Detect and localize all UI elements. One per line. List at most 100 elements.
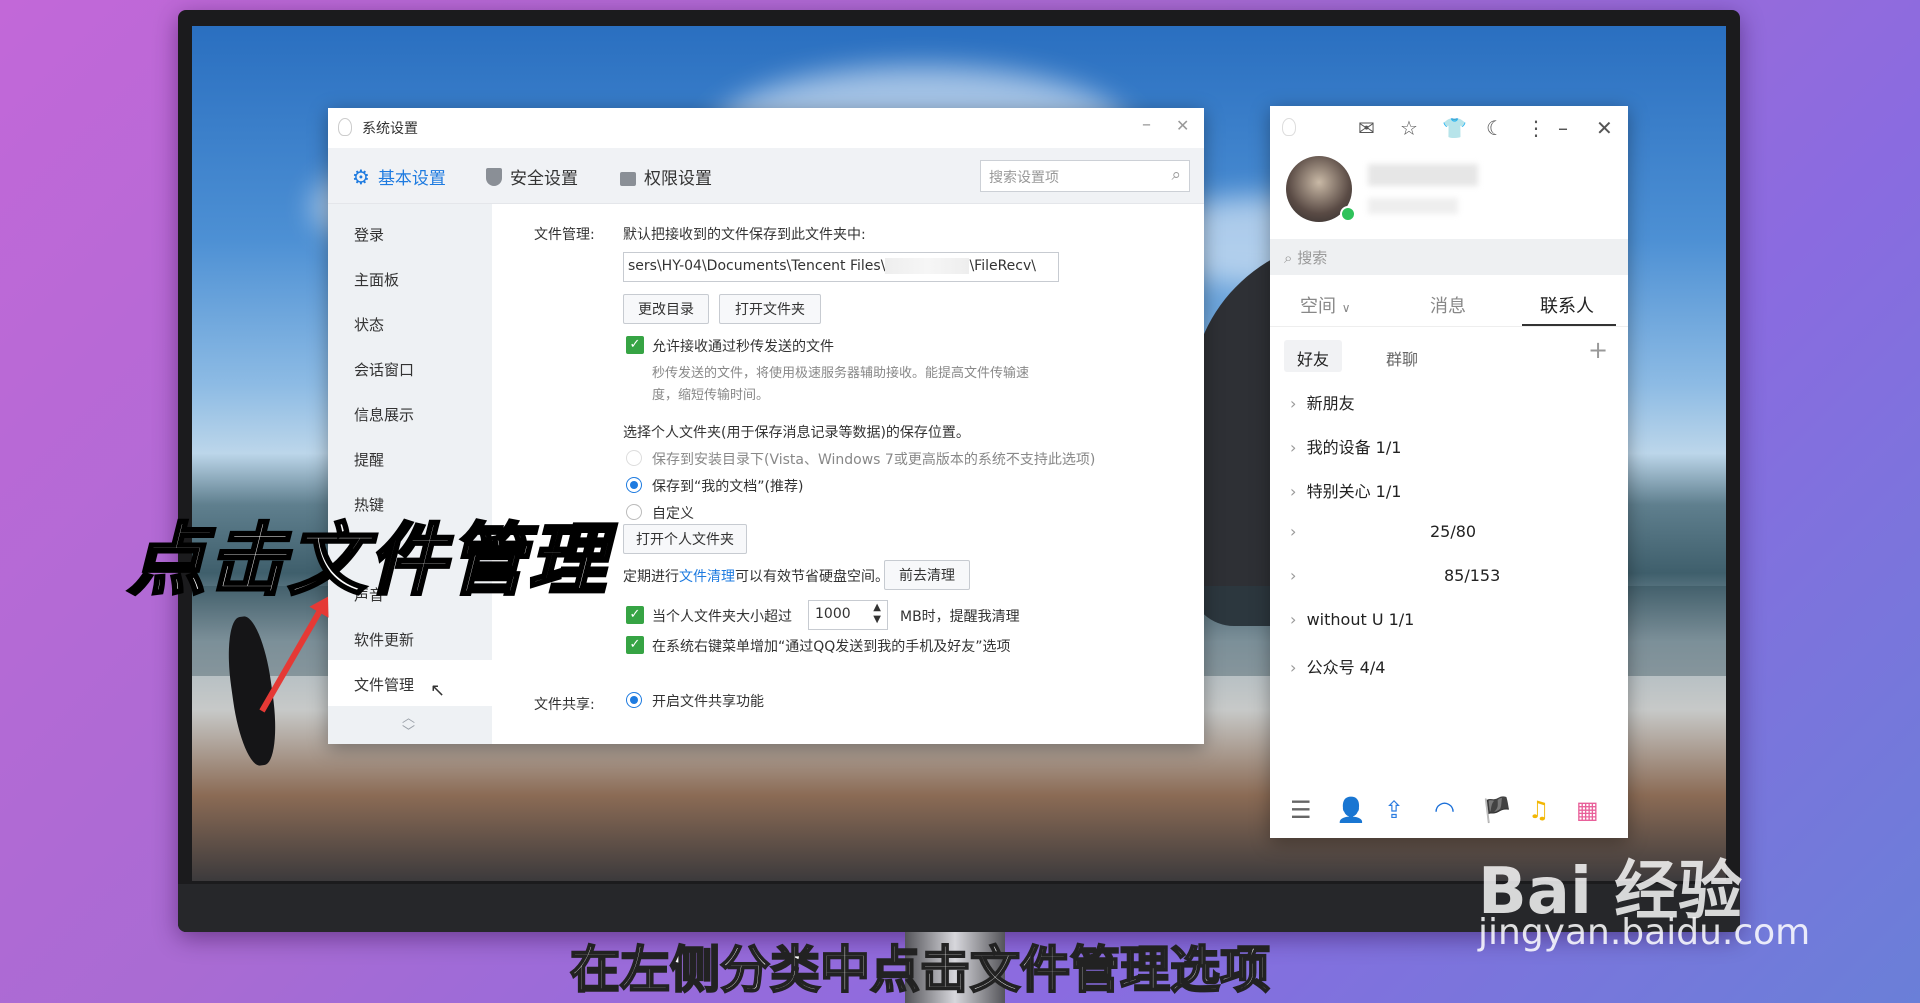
save-path-field[interactable]: sers\HY-04\Documents\Tencent Files\ \File… [623,252,1059,282]
subtab-label: 好友 [1296,350,1329,369]
sidebar-item-login[interactable]: 登录 [354,224,384,245]
star-icon[interactable]: ☆ [1400,116,1418,140]
qq-logo-icon [338,118,352,136]
size-limit-stepper[interactable]: 1000 ▲ ▼ [808,600,888,630]
size-limit-value: 1000 [815,606,851,622]
quick-send-desc-2: 度，缩短传输时间。 [652,388,770,403]
list-item[interactable]: › 特别关心 1/1 [1290,478,1401,502]
mouse-cursor-icon: ↖ [430,680,446,701]
blurred-nickname [1368,164,1478,186]
chevron-right-icon: › [1290,522,1297,541]
path-left: sers\HY-04\Documents\Tencent Files\ [628,258,886,274]
size-limit-prefix: 当个人文件夹大小超过 [652,609,792,625]
sidebar-item-software-update[interactable]: 软件更新 [354,629,414,650]
open-folder-button[interactable]: 打开文件夹 [719,294,821,324]
group-label: 公众号 4/4 [1306,658,1386,677]
open-personal-folder-button[interactable]: 打开个人文件夹 [623,524,747,554]
tab-label: 权限设置 [644,169,712,189]
sidebar-item-reminder[interactable]: 提醒 [354,449,384,470]
qq-search-input[interactable]: ⌕ 搜索 [1270,239,1628,275]
scroll-arrows-icon[interactable]: ︿ ﹀ [402,712,415,740]
size-limit-suffix: MB时，提醒我清理 [900,609,1020,625]
settings-sidebar: 登录 主面板 状态 会话窗口 信息展示 提醒 热键 声音 软件更新 文件管理 ↖… [328,204,492,744]
group-count: 85/153 [1444,566,1501,585]
add-icon[interactable]: + [1588,336,1608,364]
group-count: 25/80 [1430,522,1477,541]
chevron-right-icon: › [1290,394,1297,413]
tutorial-caption: 点击文件管理 [126,515,609,608]
close-button[interactable]: ✕ [1596,116,1613,140]
list-item[interactable]: › 我的设备 1/1 [1290,434,1401,458]
chevron-right-icon: › [1290,438,1297,457]
close-button[interactable]: ✕ [1176,116,1189,135]
tab-label: 空间 [1300,296,1336,317]
context-menu-label: 在系统右键菜单增加“通过QQ发送到我的手机及好友”选项 [652,639,1011,655]
sidebar-item-file-management[interactable]: 文件管理 ↖ [328,660,492,706]
qq-main-panel: ✉ ☆ 👕 ☾ ⋮ – ✕ ⌕ 搜索 空间 ∨ 消息 联系人 好友 群聊 + ›… [1270,106,1628,838]
mail-icon[interactable]: ✉ [1358,116,1375,140]
change-dir-button[interactable]: 更改目录 [623,294,709,324]
list-item[interactable]: › 85/153 [1290,566,1500,585]
subtab-groups[interactable]: 群聊 [1386,346,1418,370]
tab-contacts[interactable]: 联系人 [1540,292,1594,318]
list-item[interactable]: › without U 1/1 [1290,610,1414,629]
tab-basic-settings[interactable]: ⚙ 基本设置 [352,164,446,190]
tab-qzone[interactable]: 空间 ∨ [1300,292,1351,318]
list-item[interactable]: › 25/80 [1290,522,1476,541]
moon-icon[interactable]: ☾ [1486,116,1504,140]
radio-my-docs[interactable] [626,477,642,493]
tab-messages[interactable]: 消息 [1430,292,1466,318]
radio-enable-sharing[interactable] [626,692,642,708]
stepper-arrows-icon[interactable]: ▲ ▼ [873,602,881,626]
video-subtitle: 在左侧分类中点击文件管理选项 [569,940,1271,1000]
sidebar-item-status[interactable]: 状态 [354,314,384,335]
tab-security-settings[interactable]: 安全设置 [486,164,578,189]
shirt-icon[interactable]: 👕 [1442,116,1467,140]
chevron-right-icon: › [1290,658,1297,677]
search-icon: ⌕ [1171,165,1181,185]
more-icon[interactable]: ⋮ [1526,116,1546,140]
tab-label: 安全设置 [510,169,578,189]
menu-icon[interactable]: ☰ [1290,796,1312,824]
app-grid-icon[interactable]: ▦ [1576,796,1599,824]
cleanup-suffix: 可以有效节省硬盘空间。 [735,569,889,585]
group-label: 新朋友 [1306,394,1355,413]
subtab-friends[interactable]: 好友 [1284,340,1342,372]
minimize-button[interactable]: – [1558,116,1568,140]
sidebar-item-main-panel[interactable]: 主面板 [354,269,399,290]
path-right: \FileRecv\ [969,258,1036,274]
settings-search-input[interactable]: 搜索设置项 ⌕ [980,160,1190,192]
allow-quick-send-checkbox[interactable]: ✓ [626,336,644,354]
chevron-right-icon: › [1290,610,1297,629]
cleanup-button[interactable]: 前去清理 [884,560,970,590]
divider [1270,326,1628,327]
file-transfer-icon[interactable]: ⇪ [1384,796,1404,824]
radio-my-docs-label: 保存到“我的文档”(推荐) [652,479,804,495]
radio-custom[interactable] [626,504,642,520]
game-icon[interactable]: 🏴 [1482,796,1512,824]
tab-permission-settings[interactable]: 权限设置 [620,164,712,189]
settings-window: 系统设置 – ✕ ⚙ 基本设置 安全设置 权限设置 搜索设置项 ⌕ 登录 主面板… [328,108,1204,744]
browser-icon[interactable]: ◠ [1434,796,1455,824]
quick-send-desc-1: 秒传发送的文件，将使用极速服务器辅助接收。能提高文件传输速 [652,366,1030,381]
sidebar-item-chat-window[interactable]: 会话窗口 [354,359,414,380]
chevron-right-icon: › [1290,482,1297,501]
size-limit-checkbox[interactable]: ✓ [626,606,644,624]
radio-install-dir[interactable] [626,450,642,466]
music-icon[interactable]: ♫ [1528,796,1550,824]
qq-logo-icon [1282,118,1296,136]
settings-content: 文件管理: 默认把接收到的文件保存到此文件夹中: sers\HY-04\Docu… [492,204,1204,744]
context-menu-checkbox[interactable]: ✓ [626,636,644,654]
search-icon: ⌕ [1284,249,1293,267]
add-friend-icon[interactable]: 👤 [1336,796,1366,824]
enable-sharing-label: 开启文件共享功能 [652,694,764,710]
minimize-button[interactable]: – [1142,114,1151,135]
sidebar-item-info-display[interactable]: 信息展示 [354,404,414,425]
radio-custom-label: 自定义 [652,506,694,522]
file-management-label: 文件管理: [534,227,595,243]
list-item[interactable]: › 新朋友 [1290,390,1355,414]
redacted-block [885,258,970,274]
tab-label: 基本设置 [377,169,446,189]
cleanup-link[interactable]: 文件清理 [679,569,735,585]
list-item[interactable]: › 公众号 4/4 [1290,654,1385,678]
